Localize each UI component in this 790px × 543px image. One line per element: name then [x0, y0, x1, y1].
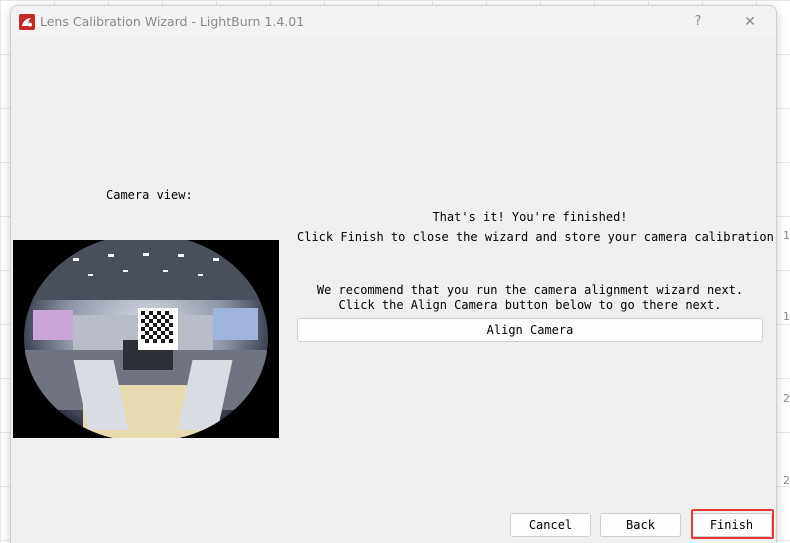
wizard-page: Camera view: That's it! You're finished!… — [11, 38, 776, 543]
ruler-number: 2 — [783, 392, 790, 405]
lens-calibration-dialog: Lens Calibration Wizard - LightBurn 1.4.… — [10, 5, 777, 543]
lightburn-logo-icon — [19, 14, 35, 30]
ruler-number: 1 — [783, 310, 790, 323]
finish-instruction: Click Finish to close the wizard and sto… — [297, 230, 774, 244]
help-button[interactable]: ? — [684, 10, 712, 34]
calibration-checkerboard — [138, 308, 178, 350]
ruler-number: 1 — [783, 229, 790, 242]
window-title: Lens Calibration Wizard - LightBurn 1.4.… — [40, 14, 305, 29]
camera-view-label: Camera view: — [106, 188, 193, 202]
camera-fisheye-image — [13, 240, 279, 438]
recommend-message: We recommend that you run the camera ali… — [316, 283, 744, 297]
background-ruler: 1 1 2 2 — [776, 0, 790, 543]
align-camera-button[interactable]: Align Camera — [297, 318, 763, 342]
back-button[interactable]: Back — [600, 513, 681, 537]
cancel-button[interactable]: Cancel — [510, 513, 591, 537]
align-hint-message: Click the Align Camera button below to g… — [338, 298, 722, 312]
title-bar[interactable]: Lens Calibration Wizard - LightBurn 1.4.… — [11, 6, 776, 38]
finish-button[interactable]: Finish — [691, 513, 772, 537]
close-button[interactable]: ✕ — [736, 10, 764, 34]
finished-message: That's it! You're finished! — [432, 210, 628, 224]
camera-preview — [13, 240, 279, 438]
ruler-number: 2 — [783, 474, 790, 487]
